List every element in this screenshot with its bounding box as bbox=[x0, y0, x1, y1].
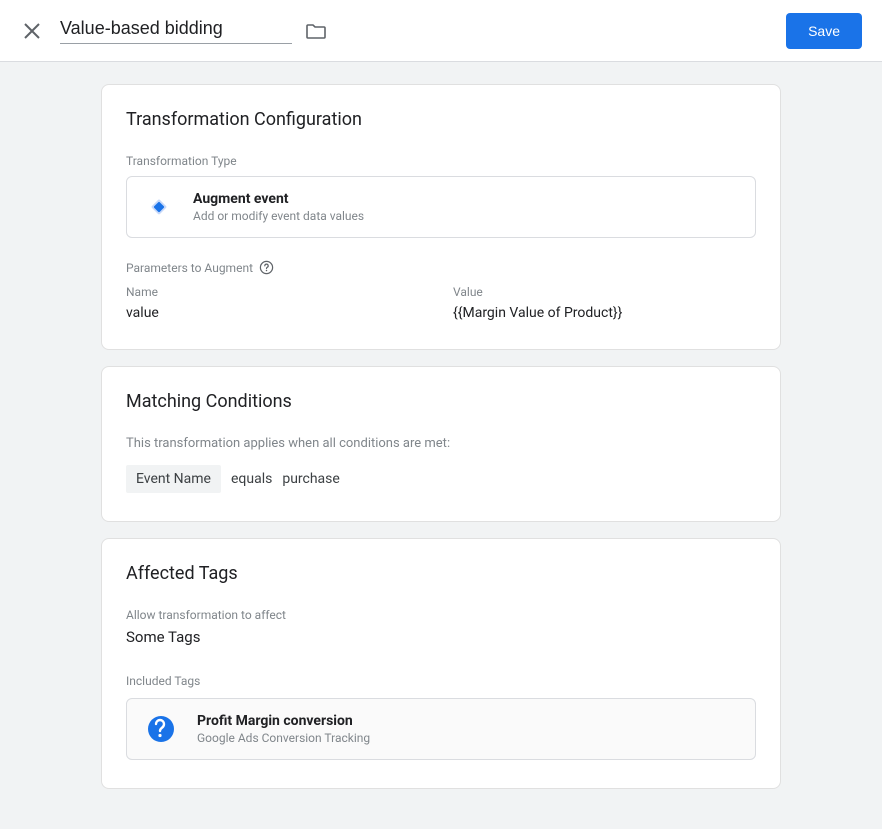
tag-name: Profit Margin conversion bbox=[197, 713, 370, 729]
allow-value: Some Tags bbox=[126, 628, 756, 646]
params-header-text: Parameters to Augment bbox=[126, 261, 253, 275]
condition-operator: equals bbox=[231, 471, 272, 487]
matching-helper: This transformation applies when all con… bbox=[126, 436, 756, 451]
value-header: Value bbox=[453, 285, 756, 299]
google-ads-icon bbox=[145, 713, 177, 745]
save-button[interactable]: Save bbox=[786, 13, 862, 49]
tag-type: Google Ads Conversion Tracking bbox=[197, 731, 370, 745]
name-header: Name bbox=[126, 285, 429, 299]
type-name: Augment event bbox=[193, 191, 364, 207]
affected-title: Affected Tags bbox=[126, 563, 756, 584]
tag-text: Profit Margin conversion Google Ads Conv… bbox=[197, 713, 370, 745]
param-value: {{Margin Value of Product}} bbox=[453, 305, 756, 321]
param-name: value bbox=[126, 305, 429, 321]
params-row: Name value Value {{Margin Value of Produ… bbox=[126, 285, 756, 321]
help-icon[interactable] bbox=[259, 260, 274, 275]
condition-value: purchase bbox=[282, 471, 340, 487]
content-area: Transformation Configuration Transformat… bbox=[0, 62, 882, 829]
condition-row: Event Name equals purchase bbox=[126, 465, 756, 493]
param-value-col: Value {{Margin Value of Product}} bbox=[453, 285, 756, 321]
type-label: Transformation Type bbox=[126, 154, 756, 168]
allow-label: Allow transformation to affect bbox=[126, 608, 756, 622]
config-title: Transformation Configuration bbox=[126, 109, 756, 130]
page-title-input[interactable] bbox=[60, 18, 292, 44]
folder-icon[interactable] bbox=[306, 22, 326, 40]
transformation-type-selector[interactable]: Augment event Add or modify event data v… bbox=[126, 176, 756, 238]
condition-field: Event Name bbox=[126, 465, 221, 493]
type-box-text: Augment event Add or modify event data v… bbox=[193, 191, 364, 223]
matching-title: Matching Conditions bbox=[126, 391, 756, 412]
header-bar: Save bbox=[0, 0, 882, 62]
params-header: Parameters to Augment bbox=[126, 260, 756, 275]
type-desc: Add or modify event data values bbox=[193, 209, 364, 223]
transformation-config-card: Transformation Configuration Transformat… bbox=[101, 84, 781, 350]
affected-tags-card: Affected Tags Allow transformation to af… bbox=[101, 538, 781, 789]
matching-conditions-card: Matching Conditions This transformation … bbox=[101, 366, 781, 522]
included-tag[interactable]: Profit Margin conversion Google Ads Conv… bbox=[126, 698, 756, 760]
param-name-col: Name value bbox=[126, 285, 429, 321]
close-icon[interactable] bbox=[20, 19, 44, 43]
included-label: Included Tags bbox=[126, 674, 756, 688]
augment-event-icon bbox=[145, 193, 173, 221]
